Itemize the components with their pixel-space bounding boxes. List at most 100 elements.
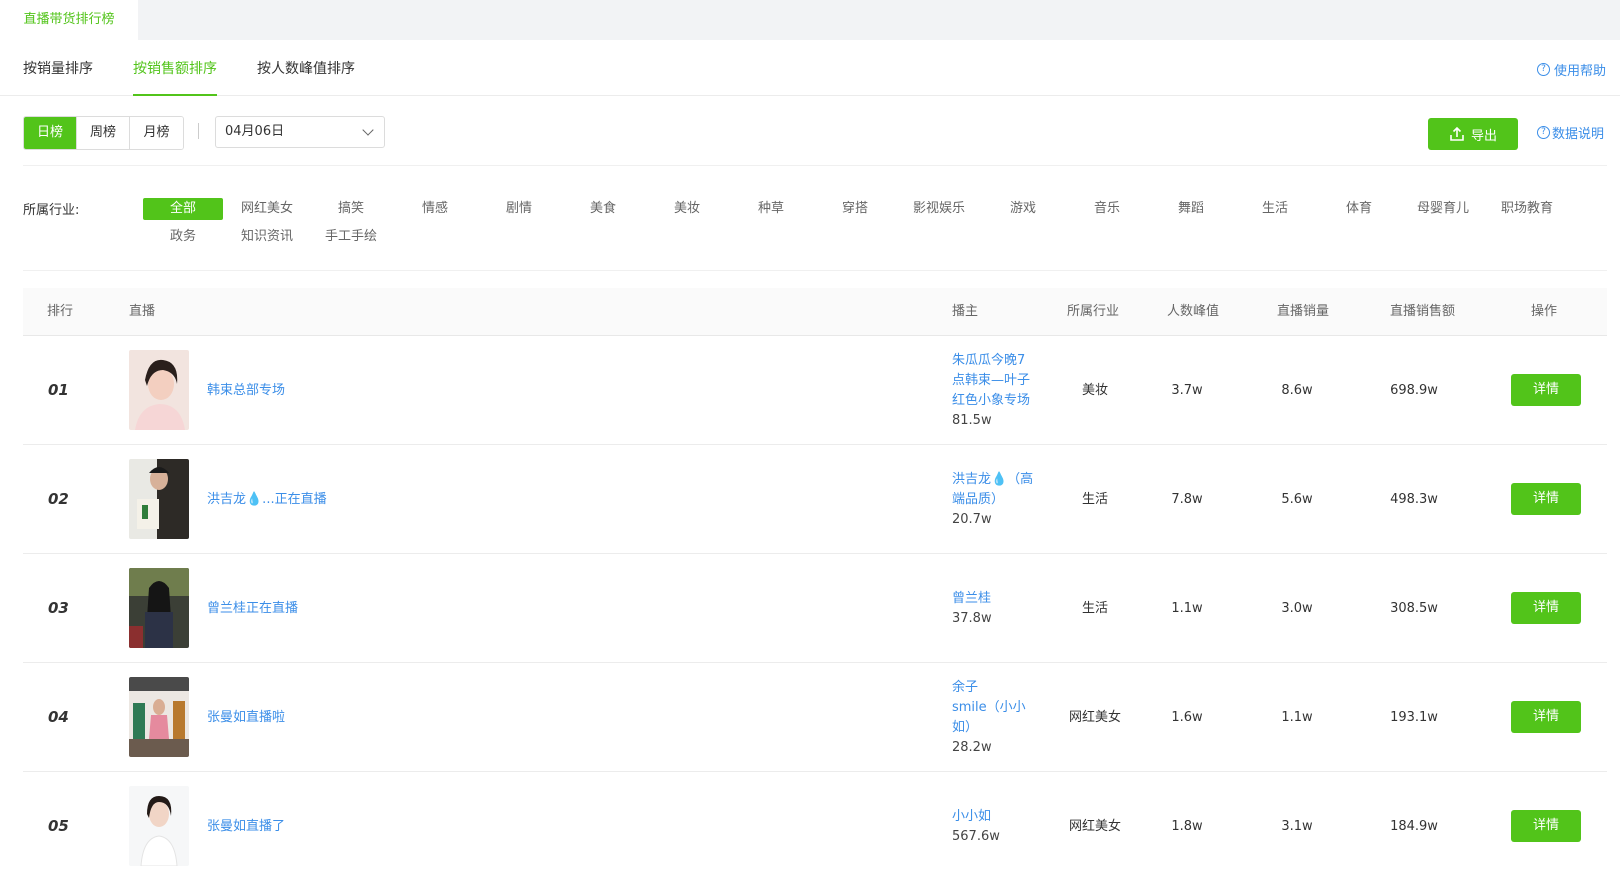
industry-filter-item[interactable]: 知识资讯 [227,226,307,248]
host-name-line[interactable]: 端品质） [952,490,1044,510]
host-fans: 567.6w [952,829,1000,844]
period-daily-button[interactable]: 日榜 [24,117,77,149]
live-thumbnail[interactable] [129,786,189,866]
industry-filter-item[interactable]: 体育 [1319,198,1399,220]
industry-filter-item[interactable]: 种草 [731,198,811,220]
host-name-line[interactable]: 洪吉龙💧（高 [952,470,1044,490]
revenue-cell: 184.9w [1390,819,1438,834]
live-title-link[interactable]: 张曼如直播了 [207,772,285,880]
tab-live-sales-ranking[interactable]: 直播带货排行榜 [0,0,138,40]
detail-button[interactable]: 详情 [1511,810,1581,842]
industry-filter-item[interactable]: 搞笑 [311,198,391,220]
industry-filter-item[interactable]: 网红美女 [227,198,307,220]
revenue-cell: 698.9w [1390,383,1438,398]
host-name-line[interactable]: smile（小小 [952,698,1044,718]
top-tab-bar: 直播带货排行榜 [0,0,1620,40]
ranking-table: 排行 直播 播主 所属行业 人数峰值 直播销量 直播销售额 操作 01 韩束总部专… [23,288,1607,880]
divider [198,123,199,139]
column-peak: 人数峰值 [1167,304,1220,319]
export-button[interactable]: 导出 [1428,118,1518,150]
peak-cell: 1.6w [1171,710,1203,725]
revenue-cell: 193.1w [1390,710,1438,725]
table-row: 03 曾兰桂正在直播 曾兰桂 37.8w 生活 1.1w 3.0w 308.5w 详情 [23,554,1607,663]
column-live: 直播 [129,304,156,319]
sales-cell: 3.1w [1281,819,1313,834]
divider [23,165,1607,166]
industry-filter-label: 所属行业: [23,203,80,218]
industry-filter-item[interactable]: 游戏 [983,198,1063,220]
period-toggle: 日榜 周榜 月榜 [23,116,184,150]
rank-number: 01 [48,381,69,399]
host-name-line[interactable]: 红色小象专场 [952,391,1044,411]
detail-button[interactable]: 详情 [1511,483,1581,515]
live-title-link[interactable]: 曾兰桂正在直播 [207,554,298,663]
tab-sort-by-revenue[interactable]: 按销售额排序 [133,40,217,96]
help-link[interactable]: ? 使用帮助 [1536,60,1606,79]
host-name-line[interactable]: 点韩束—叶子 [952,371,1044,391]
host-name-line[interactable]: 余子 [952,678,1044,698]
live-thumbnail[interactable] [129,350,189,430]
rank-number: 02 [48,490,69,508]
industry-cell: 网红美女 [1068,819,1121,834]
industry-cell: 美妆 [1081,383,1108,398]
revenue-cell: 498.3w [1390,492,1438,507]
live-title-link[interactable]: 洪吉龙💧...正在直播 [207,445,327,554]
chevron-down-icon [362,124,374,136]
live-thumbnail[interactable] [129,568,189,648]
industry-filter-item[interactable]: 穿搭 [815,198,895,220]
sales-cell: 1.1w [1281,710,1313,725]
tab-sort-by-volume[interactable]: 按销量排序 [23,40,93,96]
tab-sort-by-peak[interactable]: 按人数峰值排序 [257,40,355,96]
column-action: 操作 [1531,304,1558,319]
table-body: 01 韩束总部专场 朱瓜瓜今晚7 点韩束—叶子 红色小象专场 81.5w 美妆 3.7w 8.6… [23,336,1607,880]
data-note-link[interactable]: ? 数据说明 [1537,123,1604,142]
host-name-line[interactable]: 小小如 [952,807,1044,827]
live-thumbnail[interactable] [129,677,189,757]
industry-filter-item[interactable]: 情感 [395,198,475,220]
period-weekly-button[interactable]: 周榜 [77,117,130,149]
host-name-line[interactable]: 朱瓜瓜今晚7 [952,351,1044,371]
industry-filter-item[interactable]: 生活 [1235,198,1315,220]
detail-button[interactable]: 详情 [1511,592,1581,624]
industry-filter-item[interactable]: 职场教育 [1487,198,1567,220]
column-revenue: 直播销售额 [1390,304,1456,319]
divider [23,270,1607,271]
host-name-line[interactable]: 曾兰桂 [952,589,1044,609]
table-row: 01 韩束总部专场 朱瓜瓜今晚7 点韩束—叶子 红色小象专场 81.5w 美妆 3.7w 8.6… [23,336,1607,445]
live-title-link[interactable]: 韩束总部专场 [207,336,285,445]
peak-cell: 3.7w [1171,383,1203,398]
sales-cell: 8.6w [1281,383,1313,398]
column-industry: 所属行业 [1067,304,1120,319]
period-monthly-button[interactable]: 月榜 [130,117,183,149]
peak-cell: 7.8w [1171,492,1203,507]
date-select[interactable]: 04月06日 [215,116,385,148]
host-cell: 洪吉龙💧（高 端品质） 20.7w [952,470,1044,530]
rank-number: 04 [48,708,69,726]
industry-filter-item[interactable]: 音乐 [1067,198,1147,220]
industry-cell: 生活 [1081,492,1108,507]
industry-filter-item[interactable]: 美妆 [647,198,727,220]
industry-filter-item[interactable]: 影视娱乐 [899,198,979,220]
industry-filter-item[interactable]: 政务 [143,226,223,248]
host-cell: 小小如 567.6w [952,807,1044,847]
data-note-label: 数据说明 [1552,127,1605,142]
industry-filter-item[interactable]: 全部 [143,198,223,220]
live-thumbnail[interactable] [129,459,189,539]
industry-filter-item[interactable]: 剧情 [479,198,559,220]
peak-cell: 1.8w [1171,819,1203,834]
detail-button[interactable]: 详情 [1511,701,1581,733]
detail-button[interactable]: 详情 [1511,374,1581,406]
industry-filter-item[interactable]: 手工手绘 [311,226,391,248]
live-title-link[interactable]: 张曼如直播啦 [207,663,285,772]
industry-filter-item[interactable]: 舞蹈 [1151,198,1231,220]
industry-filter-item[interactable]: 美食 [563,198,643,220]
revenue-cell: 308.5w [1390,601,1438,616]
rank-number: 03 [48,599,69,617]
peak-cell: 1.1w [1171,601,1203,616]
host-fans: 81.5w [952,413,992,428]
host-cell: 曾兰桂 37.8w [952,589,1044,629]
industry-filter-item[interactable]: 母婴育儿 [1403,198,1483,220]
column-rank: 排行 [47,304,74,319]
sales-cell: 3.0w [1281,601,1313,616]
host-name-line[interactable]: 如） [952,718,1044,738]
